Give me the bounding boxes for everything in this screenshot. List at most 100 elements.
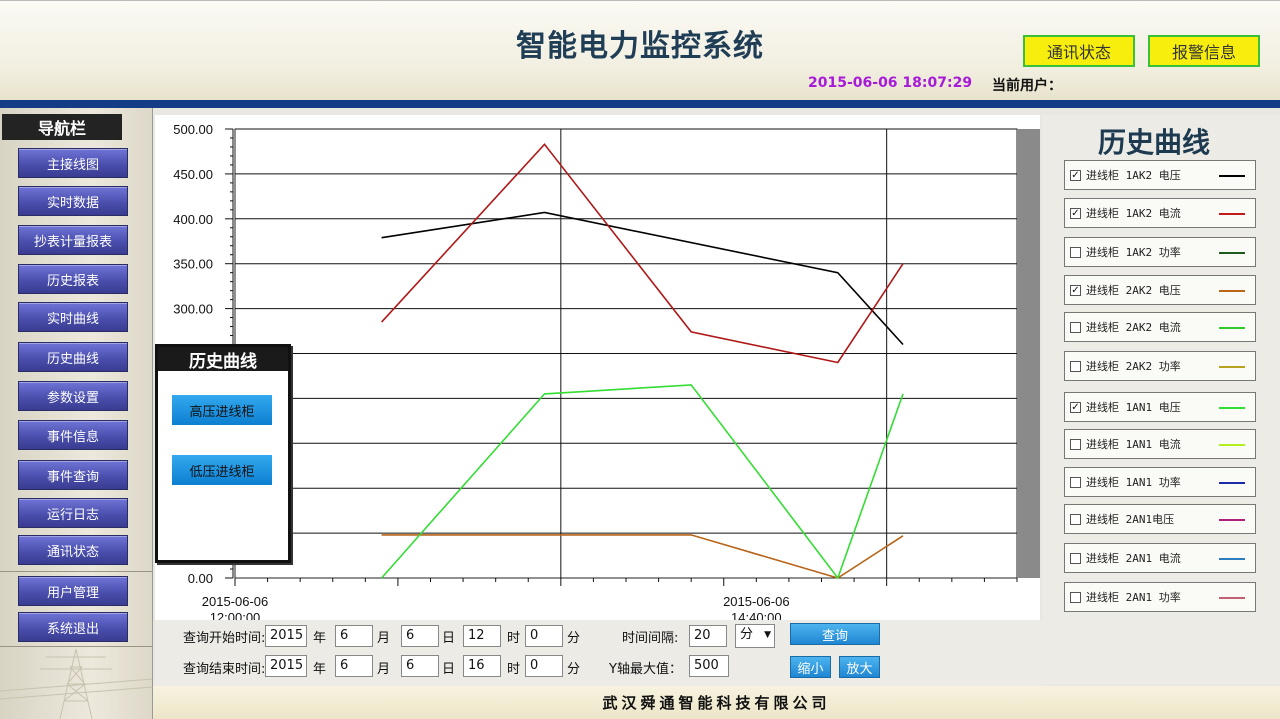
high-voltage-incoming-cabinet-button[interactable]: 高压进线柜 [172,395,272,425]
y-tick-label: 400.00 [173,212,213,227]
checkbox-unchecked[interactable] [1070,438,1081,450]
interval-label: 时间间隔: [622,631,679,646]
nav-run-log[interactable]: 运行日志 [18,498,128,528]
start-month-input[interactable]: 6 [335,625,373,647]
checkbox-unchecked[interactable] [1070,321,1081,333]
legend-item[interactable]: ✓ 进线柜 1AK2 电流 [1064,198,1256,228]
unit-day: 日 [442,662,456,677]
checkbox-checked[interactable]: ✓ [1070,207,1081,219]
nav-event-query[interactable]: 事件查询 [18,460,128,490]
legend-item-label: 进线柜 2AN1电压 [1086,513,1175,526]
end-hour-input[interactable]: 16 [463,655,501,677]
header-bar: 智能电力监控系统 通讯状态 报警信息 2015-06-06 18:07:29 当… [0,0,1280,100]
legend-item[interactable]: 进线柜 2AK2 电流 [1064,312,1256,342]
nav-user-management[interactable]: 用户管理 [18,576,128,606]
legend-color-swatch [1219,519,1245,521]
nav-parameter-settings[interactable]: 参数设置 [18,381,128,411]
low-voltage-incoming-cabinet-button[interactable]: 低压进线柜 [172,455,272,485]
legend-item-label: 进线柜 2AK2 功率 [1086,360,1181,373]
end-minute-input[interactable]: 0 [525,655,563,677]
y-tick-label: 350.00 [173,257,213,272]
legend-item[interactable]: 进线柜 1AK2 功率 [1064,237,1256,267]
checkbox-checked[interactable]: ✓ [1070,284,1081,296]
unit-month: 月 [377,662,391,677]
checkbox-unchecked[interactable] [1070,513,1081,525]
legend-color-swatch [1219,366,1245,368]
y-tick-label: 0.00 [188,571,213,586]
x-tick-label: 2015-06-06 [723,594,790,609]
chevron-down-icon: ▼ [764,630,771,640]
checkbox-checked[interactable]: ✓ [1070,169,1081,181]
nav-divider [0,571,152,572]
nav-title: 导航栏 [2,114,122,140]
legend-item[interactable]: ✓ 进线柜 1AN1 电压 [1064,392,1256,422]
unit-hour: 时 [507,631,521,646]
y-tick-label: 300.00 [173,302,213,317]
legend-item[interactable]: 进线柜 2AK2 功率 [1064,351,1256,381]
legend-color-swatch [1219,175,1245,177]
legend-item-label: 进线柜 2AK2 电压 [1086,284,1181,297]
zoom-in-button[interactable]: 放大 [839,656,880,678]
current-user-label: 当前用户： [992,78,1062,94]
legend-item[interactable]: 进线柜 1AN1 电流 [1064,429,1256,459]
legend-color-swatch [1219,213,1245,215]
x-tick-label: 14:40:00 [731,610,782,620]
nav-event-info[interactable]: 事件信息 [18,420,128,450]
legend-color-swatch [1219,597,1245,599]
legend-item[interactable]: 进线柜 2AN1 电流 [1064,543,1256,573]
checkbox-unchecked[interactable] [1070,246,1081,258]
legend-item-label: 进线柜 1AK2 功率 [1086,246,1181,259]
legend-color-swatch [1219,252,1245,254]
unit-hour: 时 [507,662,521,677]
legend-color-swatch [1219,482,1245,484]
zoom-out-button[interactable]: 缩小 [790,656,831,678]
checkbox-unchecked[interactable] [1070,360,1081,372]
ymax-label: Y轴最大值： [609,662,682,677]
ymax-input[interactable]: 500 [689,655,729,677]
power-tower-background-icon [0,648,152,719]
unit-year: 年 [313,662,327,677]
start-hour-input[interactable]: 12 [463,625,501,647]
legend-item[interactable]: 进线柜 1AN1 功率 [1064,467,1256,497]
alarm-info-button[interactable]: 报警信息 [1148,35,1260,67]
start-day-input[interactable]: 6 [401,625,439,647]
legend-item-label: 进线柜 2AN1 功率 [1086,591,1181,604]
nav-system-exit[interactable]: 系统退出 [18,612,128,642]
checkbox-unchecked[interactable] [1070,552,1081,564]
legend-title: 历史曲线 [1097,126,1210,159]
query-bar: 查询开始时间: 2015 年 6 月 6 日 12 时 0 分 查询结束时间: … [155,620,1042,686]
nav-divider [0,646,152,647]
history-curve-popup: 历史曲线 高压进线柜 低压进线柜 [155,344,291,563]
checkbox-checked[interactable]: ✓ [1070,401,1081,413]
legend-item[interactable]: 进线柜 2AN1 功率 [1064,582,1256,612]
nav-realtime-data[interactable]: 实时数据 [18,186,128,216]
nav-meter-report[interactable]: 抄表计量报表 [18,225,128,255]
interval-unit-select[interactable]: 分 ▼ [735,624,775,648]
legend-item-label: 进线柜 1AN1 电流 [1086,438,1181,451]
chart-scrollbar [1017,129,1040,578]
legend-item-label: 进线柜 2AK2 电流 [1086,321,1181,334]
nav-history-report[interactable]: 历史报表 [18,264,128,294]
end-day-input[interactable]: 6 [401,655,439,677]
legend-item[interactable]: ✓ 进线柜 1AK2 电压 [1064,160,1256,190]
nav-comm-status[interactable]: 通讯状态 [18,535,128,565]
checkbox-unchecked[interactable] [1070,476,1081,488]
header-divider [0,100,1280,108]
start-minute-input[interactable]: 0 [525,625,563,647]
legend-item[interactable]: ✓ 进线柜 2AK2 电压 [1064,275,1256,305]
query-button[interactable]: 查询 [790,623,880,645]
nav-history-curve[interactable]: 历史曲线 [18,342,128,372]
company-name: 武汉舜通智能科技有限公司 [602,694,831,712]
interval-input[interactable]: 20 [689,625,727,647]
end-year-input[interactable]: 2015 [265,655,307,677]
unit-minute: 分 [567,631,581,646]
comm-status-button[interactable]: 通讯状态 [1023,35,1135,67]
nav-main-wiring[interactable]: 主接线图 [18,148,128,178]
nav-realtime-curve[interactable]: 实时曲线 [18,302,128,332]
end-month-input[interactable]: 6 [335,655,373,677]
legend-panel: 历史曲线 ✓ 进线柜 1AK2 电压 ✓ 进线柜 1AK2 电流进线柜 1AK2 功率… [1042,115,1280,685]
interval-unit-value: 分 [740,627,754,642]
checkbox-unchecked[interactable] [1070,591,1081,603]
legend-item[interactable]: 进线柜 2AN1电压 [1064,504,1256,534]
start-year-input[interactable]: 2015 [265,625,307,647]
